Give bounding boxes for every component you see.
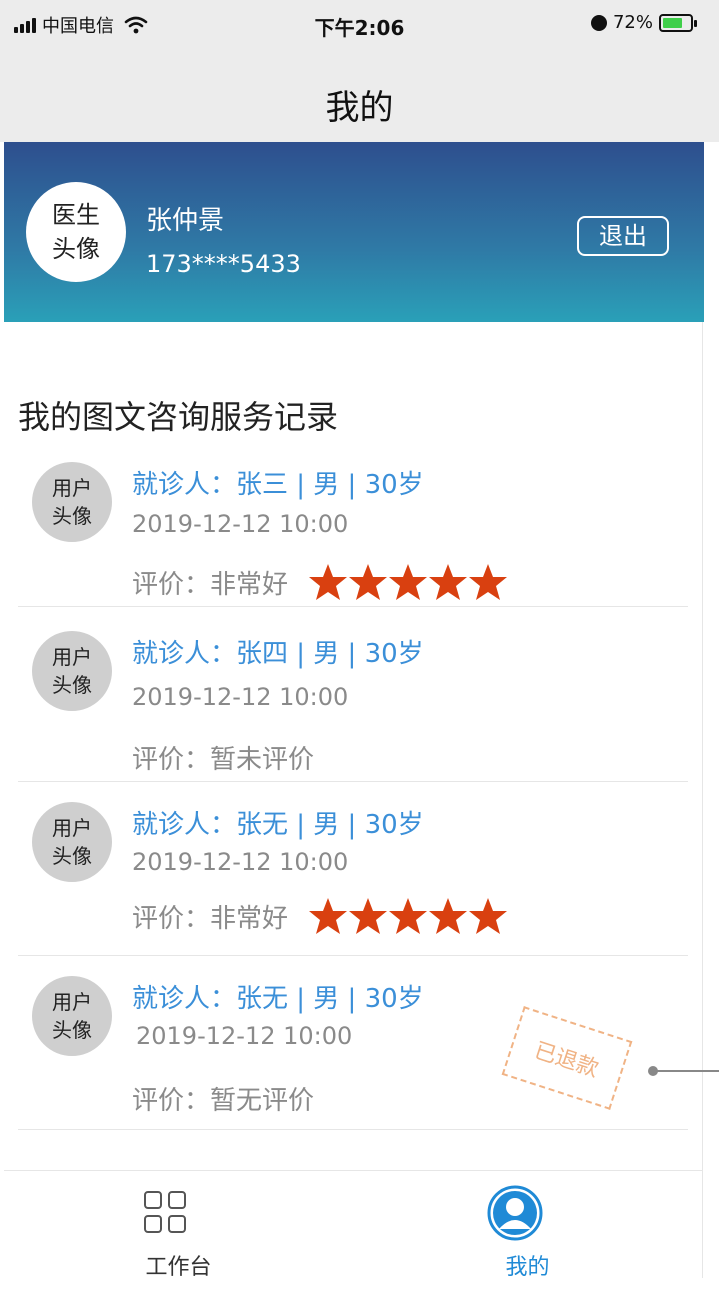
star-icon (349, 898, 388, 934)
consult-record[interactable]: 用户 头像 就诊人：张无 | 男 | 30岁 2019-12-12 10:00 … (18, 782, 688, 956)
user-avatar: 用户 头像 (32, 976, 112, 1056)
consult-time: 2019-12-12 10:00 (132, 683, 349, 711)
star-icon (389, 898, 428, 934)
tab-workbench-label: 工作台 (145, 1255, 212, 1280)
user-avatar-line1: 用户 (52, 816, 92, 840)
user-avatar-line1: 用户 (52, 990, 92, 1014)
user-avatar: 用户 头像 (32, 802, 112, 882)
battery-percent: 72% (612, 12, 653, 33)
doctor-avatar-line1: 医生 (52, 201, 100, 229)
consult-time: 2019-12-12 10:00 (132, 848, 349, 876)
star-icon (309, 564, 348, 600)
star-icon (309, 898, 348, 934)
status-right: 72% (590, 12, 697, 33)
grid-icon (144, 1191, 190, 1237)
doctor-avatar[interactable]: 医生 头像 (26, 182, 126, 282)
person-icon (487, 1185, 543, 1241)
consult-time: 2019-12-12 10:00 (136, 1022, 353, 1050)
alarm-icon (590, 14, 607, 31)
consult-record[interactable]: 用户 头像 就诊人：张三 | 男 | 30岁 2019-12-12 10:00 … (18, 450, 688, 607)
bottom-tab-bar: 工作台 我的 (4, 1170, 702, 1280)
rating-row: 评价：暂未评价 (132, 739, 314, 776)
star-icon (349, 564, 388, 600)
user-avatar-line2: 头像 (52, 1018, 92, 1042)
user-avatar: 用户 头像 (32, 462, 112, 542)
star-icon (389, 564, 428, 600)
star-icon (429, 898, 468, 934)
logout-button[interactable]: 退出 (577, 216, 669, 256)
user-avatar-line2: 头像 (52, 504, 92, 528)
doctor-phone: 173****5433 (146, 250, 301, 278)
rating-text: 评价：非常好 (132, 903, 289, 934)
doctor-name: 张仲景 (146, 206, 225, 236)
user-avatar-line1: 用户 (52, 645, 92, 669)
section-title: 我的图文咨询服务记录 (18, 398, 339, 436)
patient-info: 就诊人：张无 | 男 | 30岁 (132, 810, 424, 840)
content-right-border (702, 322, 703, 1278)
page-title: 我的 (325, 88, 394, 128)
rating-row: 评价：非常好 (132, 896, 508, 936)
consult-record[interactable]: 用户 头像 就诊人：张四 | 男 | 30岁 2019-12-12 10:00 … (18, 607, 688, 782)
star-rating (308, 896, 508, 936)
rating-text: 评价：非常好 (132, 569, 289, 600)
patient-info: 就诊人：张三 | 男 | 30岁 (132, 470, 424, 500)
rating-row: 评价：非常好 (132, 562, 508, 602)
nav-bar: 我的 (0, 50, 719, 142)
status-bar: 中国电信 下午2:06 72% (0, 0, 719, 50)
star-icon (429, 564, 468, 600)
patient-info: 就诊人：张四 | 男 | 30岁 (132, 639, 424, 669)
rating-row: 评价：暂无评价 (132, 1080, 314, 1117)
patient-info: 就诊人：张无 | 男 | 30岁 (132, 984, 424, 1014)
tab-mine[interactable]: 我的 (353, 1171, 702, 1280)
side-drag-handle[interactable] (648, 1066, 719, 1076)
user-avatar-line2: 头像 (52, 844, 92, 868)
battery-icon (659, 13, 697, 32)
doctor-avatar-line2: 头像 (52, 235, 100, 263)
tab-workbench[interactable]: 工作台 (4, 1171, 353, 1280)
doctor-profile-banner: 医生 头像 张仲景 173****5433 退出 (4, 142, 704, 322)
consult-time: 2019-12-12 10:00 (132, 510, 349, 538)
user-avatar-line2: 头像 (52, 673, 92, 697)
rating-text: 评价：暂未评价 (132, 745, 315, 775)
star-icon (469, 898, 508, 934)
user-avatar: 用户 头像 (32, 631, 112, 711)
tab-mine-label: 我的 (505, 1255, 550, 1280)
star-icon (469, 564, 508, 600)
user-avatar-line1: 用户 (52, 476, 92, 500)
star-rating (308, 562, 508, 602)
rating-text: 评价：暂无评价 (132, 1086, 315, 1116)
